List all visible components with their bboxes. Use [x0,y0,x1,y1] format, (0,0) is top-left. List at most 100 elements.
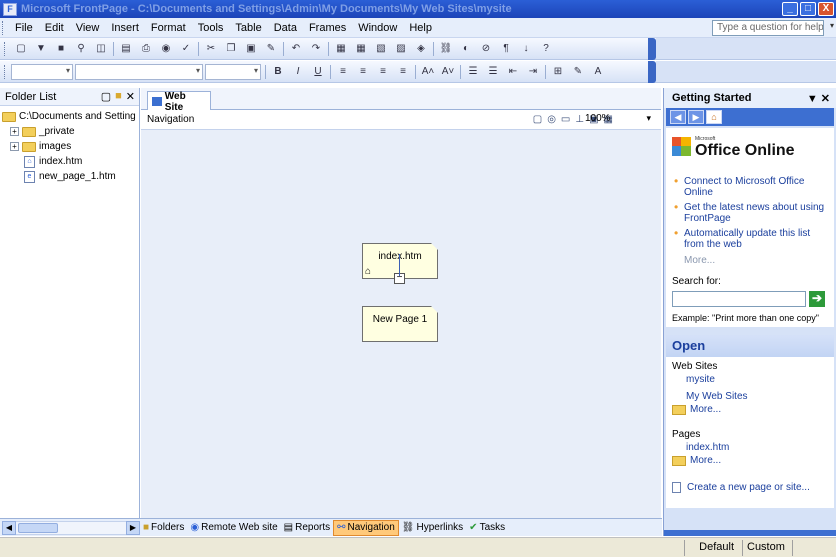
tree-item-images[interactable]: + images [2,139,137,154]
menu-format[interactable]: Format [145,22,192,34]
nav-node-child[interactable]: New Page 1 [362,306,438,342]
font-color-icon[interactable]: A [589,64,607,80]
bold-button[interactable]: B [269,64,287,80]
new-page-icon[interactable]: ▢ [533,114,542,125]
save-icon[interactable]: ■ [52,41,70,57]
publish-icon[interactable]: ◫ [92,41,110,57]
search-go-button[interactable]: ➔ [809,291,825,307]
insert-table-icon[interactable]: ▦ [352,41,370,57]
menu-view[interactable]: View [70,22,106,34]
help-icon[interactable]: ? [537,41,555,57]
bullets-icon[interactable]: ☰ [484,64,502,80]
font-size-select[interactable] [205,63,261,80]
close-icon[interactable]: ✕ [821,93,830,105]
menu-tools[interactable]: Tools [192,22,230,34]
show-layer-icon[interactable]: ↓ [517,41,535,57]
chevron-down-icon[interactable]: ▼ [807,93,818,105]
refresh-icon[interactable]: ◐ [457,41,475,57]
web-component-icon[interactable]: ▦ [332,41,350,57]
insert-layer-icon[interactable]: ▧ [372,41,390,57]
scroll-left-icon[interactable]: ◀ [2,520,16,535]
toolbar-grip[interactable] [4,41,7,56]
forward-icon[interactable]: ▶ [688,110,704,124]
menu-insert[interactable]: Insert [105,22,145,34]
expand-icon[interactable]: + [10,127,19,136]
help-search-input[interactable]: Type a question for help [712,20,824,36]
print-icon[interactable]: ⎙ [137,41,155,57]
align-right-icon[interactable]: ≡ [374,64,392,80]
new-folder-icon[interactable]: ■ [115,90,122,103]
frontpage-app-icon[interactable]: F [3,2,17,16]
link-connect-office-online[interactable]: Connect to Microsoft Office Online [672,176,828,198]
menu-table[interactable]: Table [229,22,267,34]
back-icon[interactable]: ◀ [670,110,686,124]
open-icon[interactable]: ▼ [32,41,50,57]
navigation-canvas[interactable]: index.htm ⌂ − New Page 1 [141,130,661,518]
toolbar-grip[interactable] [4,64,7,79]
undo-icon[interactable]: ↶ [287,41,305,57]
close-pane-icon[interactable]: ✕ [126,90,135,103]
menu-file[interactable]: File [9,22,39,34]
task-pane-title[interactable]: Getting Started [672,92,751,104]
show-all-icon[interactable]: ¶ [497,41,515,57]
underline-button[interactable]: U [309,64,327,80]
hyperlink-icon[interactable]: ⛓ [437,41,455,57]
paste-icon[interactable]: ▣ [242,41,260,57]
web-sites-more[interactable]: More... [672,404,828,415]
web-site-link-mysite[interactable]: mysite [672,374,828,385]
decrease-indent-icon[interactable]: ⇤ [504,64,522,80]
scroll-thumb[interactable] [18,522,58,533]
increase-font-icon[interactable]: A˄ [419,64,437,80]
tree-item-index[interactable]: ⌂ index.htm [2,154,137,169]
menu-grip[interactable] [2,20,5,35]
borders-icon[interactable]: ⊞ [549,64,567,80]
nav-node-home[interactable]: index.htm ⌂ − [362,243,438,284]
italic-button[interactable]: I [289,64,307,80]
view-reports[interactable]: ▤ Reports [281,520,333,536]
folder-scrollbar[interactable]: ◀ ▶ [2,520,140,535]
toggle-pane-icon[interactable]: ▤ [117,41,135,57]
preview-icon[interactable]: ◉ [157,41,175,57]
zoom-select[interactable]: 100% [583,112,653,127]
link-latest-news[interactable]: Get the latest news about using FrontPag… [672,202,828,224]
align-center-icon[interactable]: ≡ [354,64,372,80]
view-folders[interactable]: ■ Folders [140,520,187,536]
view-tasks[interactable]: ✔ Tasks [466,520,508,536]
format-painter-icon[interactable]: ✎ [262,41,280,57]
web-site-link-my-web-sites[interactable]: My Web Sites [672,391,828,402]
more-link[interactable]: More... [672,255,828,266]
pages-more[interactable]: More... [672,455,828,466]
search-input[interactable] [672,291,806,307]
stop-icon[interactable]: ⊘ [477,41,495,57]
cut-icon[interactable]: ✂ [202,41,220,57]
drawing-icon[interactable]: ◈ [412,41,430,57]
office-online-banner[interactable]: Microsoft Office Online [666,128,834,168]
create-new-page-link[interactable]: Create a new page or site... [672,482,828,493]
toolbar-options-icon[interactable] [648,60,656,83]
help-dropdown-icon[interactable]: ▾ [830,21,834,30]
decrease-font-icon[interactable]: A˅ [439,64,457,80]
justify-icon[interactable]: ≡ [394,64,412,80]
maximize-button[interactable]: □ [800,2,816,16]
scroll-right-icon[interactable]: ▶ [126,520,140,535]
style-select[interactable] [11,63,73,80]
scroll-track[interactable] [16,520,126,535]
view-hyperlinks[interactable]: ⛓ Hyperlinks [399,520,466,536]
minimize-button[interactable]: _ [782,2,798,16]
spelling-icon[interactable]: ✓ [177,41,195,57]
expand-icon[interactable]: + [10,142,19,151]
menu-frames[interactable]: Frames [303,22,352,34]
close-button[interactable]: X [818,2,834,16]
font-select[interactable] [75,63,203,80]
search-icon[interactable]: ⚲ [72,41,90,57]
view-navigation[interactable]: ⚯ Navigation [333,519,399,536]
increase-indent-icon[interactable]: ⇥ [524,64,542,80]
align-left-icon[interactable]: ≡ [334,64,352,80]
toolbar-options-icon[interactable] [648,37,656,60]
add-existing-page-icon[interactable]: ◎ [547,114,556,125]
numbering-icon[interactable]: ☰ [464,64,482,80]
menu-window[interactable]: Window [352,22,403,34]
page-link-index[interactable]: index.htm [672,442,828,453]
new-page-icon[interactable]: ▢ [12,41,30,57]
menu-edit[interactable]: Edit [39,22,70,34]
